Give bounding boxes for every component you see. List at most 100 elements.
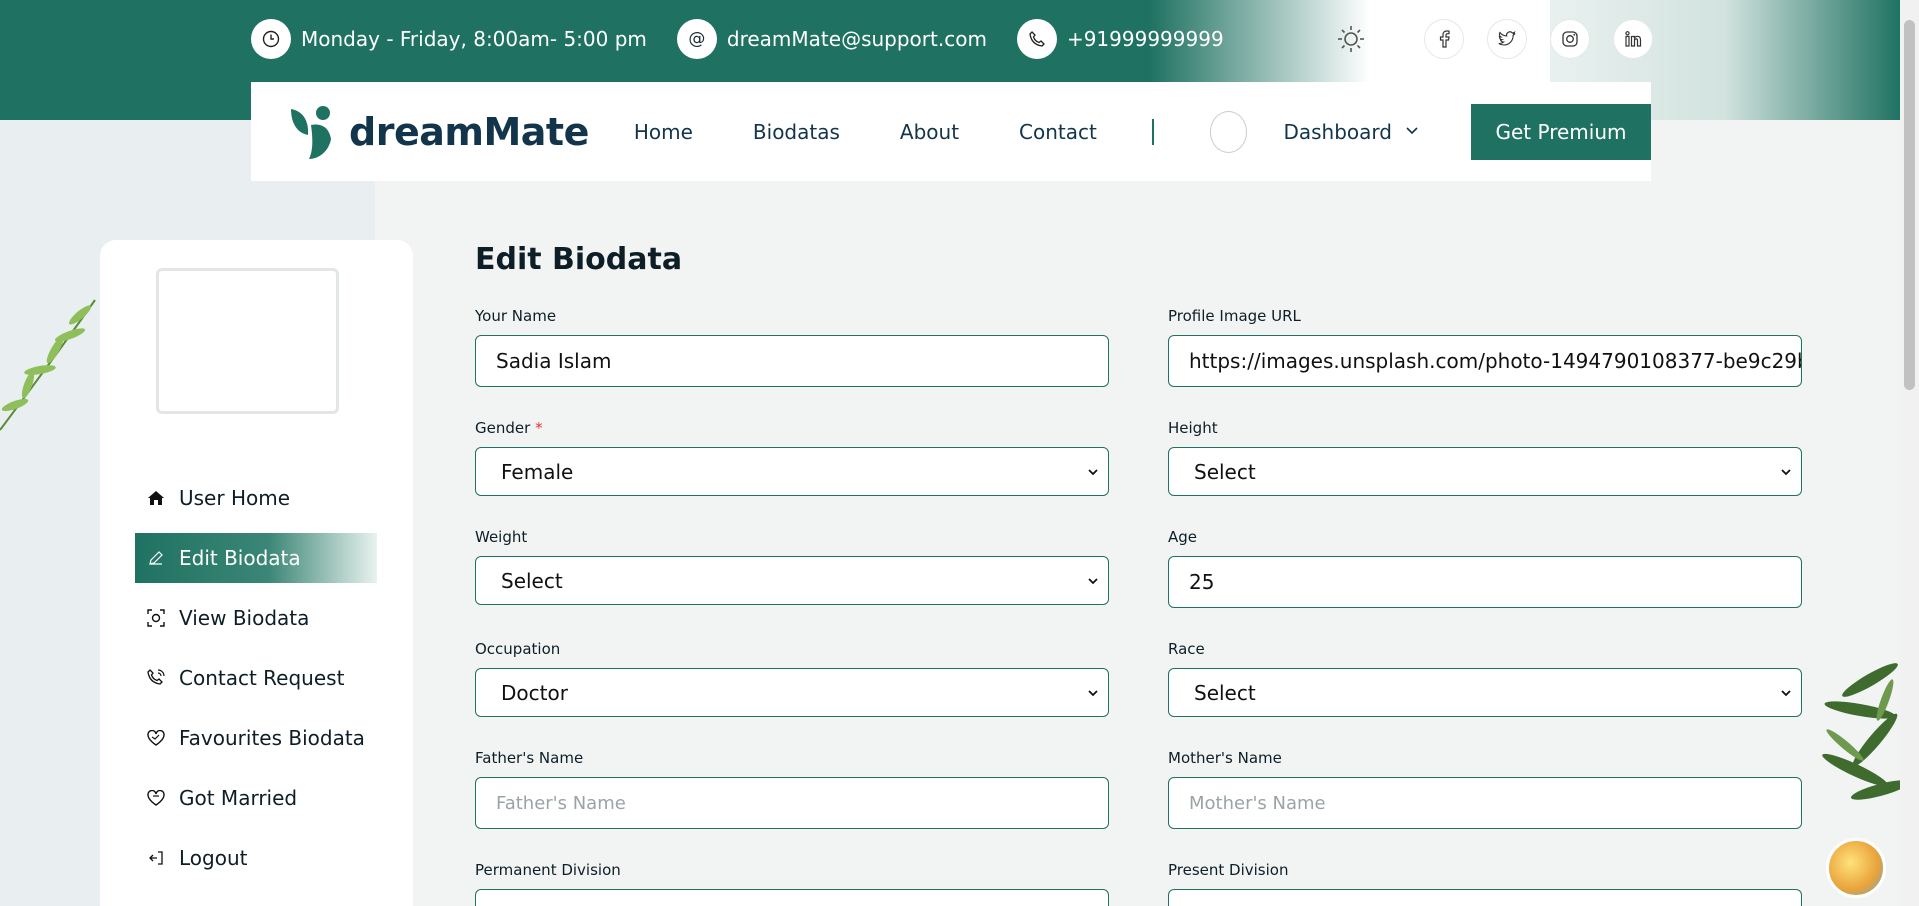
image-url-label: Profile Image URL — [1168, 307, 1301, 325]
weight-select[interactable]: Select — [475, 556, 1109, 605]
sidebar-item-label: Got Married — [179, 786, 298, 810]
contact-info-row: Monday - Friday, 8:00am- 5:00 pm @ dream… — [251, 19, 1254, 59]
phone-info: +91999999999 — [1016, 19, 1224, 59]
nav-link-biodatas[interactable]: Biodatas — [753, 120, 840, 144]
father-name-label: Father's Name — [475, 749, 584, 767]
chevron-down-icon — [1781, 686, 1791, 700]
permanent-division-select[interactable] — [475, 889, 1109, 906]
occupation-label: Occupation — [475, 640, 561, 658]
father-name-field-group: Father's Name Father's Name — [475, 749, 1109, 829]
name-label: Your Name — [475, 307, 557, 325]
sidebar-item-view-biodata[interactable]: View Biodata — [135, 593, 377, 643]
sidebar-item-user-home[interactable]: User Home — [135, 473, 377, 523]
race-select[interactable]: Select — [1168, 668, 1802, 717]
dashboard-dropdown[interactable]: Dashboard — [1283, 120, 1418, 144]
hours-info: Monday - Friday, 8:00am- 5:00 pm — [251, 19, 647, 59]
email-text[interactable]: dreamMate@support.com — [727, 27, 987, 51]
phone-call-icon — [145, 669, 167, 687]
image-url-input[interactable]: https://images.unsplash.com/photo-149479… — [1168, 335, 1802, 387]
hearts-icon — [145, 790, 167, 806]
mother-name-field-group: Mother's Name Mother's Name — [1168, 749, 1802, 829]
height-select[interactable]: Select — [1168, 447, 1802, 496]
profile-image — [156, 268, 339, 414]
height-label: Height — [1168, 419, 1218, 437]
gender-select-value: Female — [501, 459, 574, 484]
height-field-group: Height Select — [1168, 419, 1802, 496]
permanent-division-field-group: Permanent Division — [475, 861, 1109, 906]
nav-links: Home Biodatas About Contact — [634, 120, 1157, 144]
get-premium-button[interactable]: Get Premium — [1470, 103, 1651, 160]
facebook-icon[interactable] — [1424, 19, 1464, 59]
age-label: Age — [1168, 528, 1198, 546]
sidebar-item-favourites-biodata[interactable]: Favourites Biodata — [135, 713, 377, 763]
mother-name-input[interactable]: Mother's Name — [1168, 777, 1802, 829]
gender-select[interactable]: Female — [475, 447, 1109, 496]
nav-link-contact[interactable]: Contact — [1019, 120, 1097, 144]
sidebar-item-edit-biodata[interactable]: Edit Biodata — [135, 533, 377, 583]
dashboard-label: Dashboard — [1283, 119, 1392, 144]
gender-label: Gender * — [475, 419, 1109, 437]
race-label: Race — [1168, 640, 1205, 658]
age-input[interactable]: 25 — [1168, 556, 1802, 608]
floating-beach-avatar-button[interactable] — [1826, 838, 1886, 898]
sidebar-item-label: Edit Biodata — [179, 546, 301, 570]
social-links — [1424, 19, 1676, 59]
name-field-group: Your Name Sadia Islam — [475, 307, 1109, 387]
height-select-value: Select — [1194, 459, 1256, 484]
email-info: @ dreamMate@support.com — [676, 19, 987, 59]
name-input[interactable]: Sadia Islam — [475, 335, 1109, 387]
weight-select-value: Select — [501, 568, 563, 593]
father-name-input[interactable]: Father's Name — [475, 777, 1109, 829]
nav-link-about[interactable]: About — [900, 120, 959, 144]
sidebar-item-got-married[interactable]: Got Married — [135, 773, 377, 823]
occupation-select[interactable]: Doctor — [475, 668, 1109, 717]
chevron-down-icon — [1088, 465, 1098, 479]
nav-link-home[interactable]: Home — [634, 120, 693, 144]
home-icon — [145, 490, 167, 506]
dashboard-sidebar: User Home Edit Biodata View Biodata Cont… — [100, 240, 413, 906]
chevron-down-icon — [1088, 686, 1098, 700]
image-url-field-group: Profile Image URL https://images.unsplas… — [1168, 307, 1802, 387]
sidebar-item-logout[interactable]: Logout — [135, 833, 377, 883]
instagram-icon[interactable] — [1550, 19, 1590, 59]
leaf-logo-icon — [291, 105, 331, 159]
phone-text[interactable]: +91999999999 — [1067, 27, 1224, 51]
chevron-down-icon — [1781, 465, 1791, 479]
heart-icon — [145, 730, 167, 746]
clock-icon — [251, 19, 291, 59]
decorative-leaf-left — [0, 299, 96, 431]
scan-face-icon — [145, 609, 167, 627]
brand-name: dreamMate — [349, 109, 589, 154]
permanent-division-label: Permanent Division — [475, 861, 621, 879]
sidebar-item-contact-request[interactable]: Contact Request — [135, 653, 377, 703]
sidebar-item-label: Logout — [179, 846, 248, 870]
main-navbar: dreamMate Home Biodatas About Contact Da… — [251, 82, 1651, 181]
pencil-icon — [145, 550, 167, 566]
gender-field-group: Gender * Female — [475, 419, 1109, 496]
sidebar-item-label: Favourites Biodata — [179, 726, 365, 750]
page-title: Edit Biodata — [475, 242, 683, 277]
linkedin-icon[interactable] — [1613, 19, 1653, 59]
theme-toggle-sun-icon[interactable] — [1332, 20, 1370, 58]
nav-divider — [1151, 118, 1154, 145]
gender-label-text: Gender — [475, 419, 531, 437]
logout-icon — [145, 850, 167, 866]
sidebar-menu: User Home Edit Biodata View Biodata Cont… — [135, 473, 377, 893]
page-scrollbar[interactable] — [1900, 0, 1919, 906]
weight-label: Weight — [475, 528, 528, 546]
chevron-down-icon — [1406, 124, 1418, 139]
occupation-field-group: Occupation Doctor — [475, 640, 1109, 717]
chevron-down-icon — [1088, 574, 1098, 588]
sidebar-item-label: User Home — [179, 486, 291, 510]
scrollbar-thumb[interactable] — [1904, 20, 1915, 390]
present-division-label: Present Division — [1168, 861, 1289, 879]
brand-logo[interactable]: dreamMate — [289, 103, 589, 161]
sidebar-item-label: View Biodata — [179, 606, 310, 630]
user-avatar[interactable] — [1209, 110, 1248, 153]
hours-text: Monday - Friday, 8:00am- 5:00 pm — [301, 27, 647, 51]
age-field-group: Age 25 — [1168, 528, 1802, 608]
required-marker: * — [535, 419, 543, 437]
weight-field-group: Weight Select — [475, 528, 1109, 605]
twitter-icon[interactable] — [1487, 19, 1527, 59]
present-division-select[interactable] — [1168, 889, 1802, 906]
